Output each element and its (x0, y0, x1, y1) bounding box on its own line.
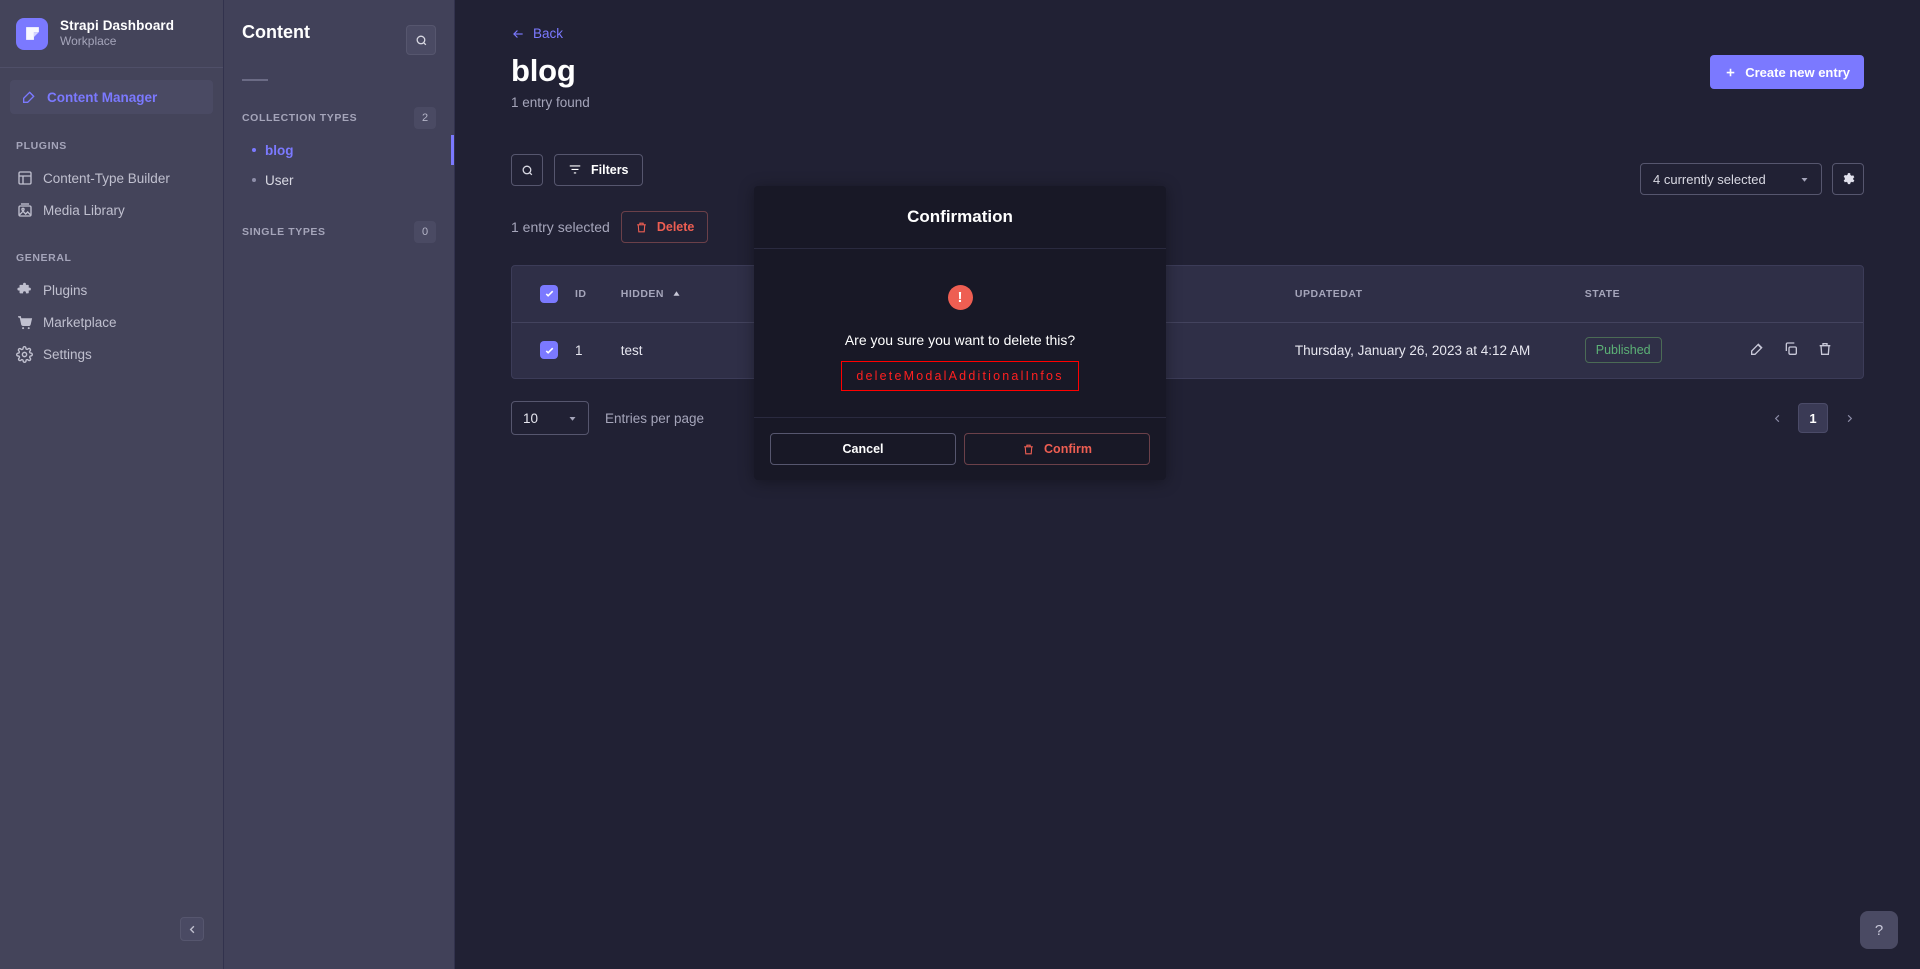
confirmation-modal: Confirmation ! Are you sure you want to … (754, 186, 1166, 480)
modal-question: Are you sure you want to delete this? (844, 332, 1076, 348)
trash-icon (1022, 443, 1035, 456)
modal-body: ! Are you sure you want to delete this? … (754, 249, 1166, 417)
modal-header: Confirmation (754, 186, 1166, 249)
app-root: Strapi Dashboard Workplace Content Manag… (0, 0, 1920, 969)
modal-confirm-button[interactable]: Confirm (964, 433, 1150, 465)
modal-cancel-button[interactable]: Cancel (770, 433, 956, 465)
modal-overlay: Confirmation ! Are you sure you want to … (0, 0, 1920, 969)
modal-title: Confirmation (907, 207, 1013, 226)
modal-additional-infos: deleteModalAdditionalInfos (841, 361, 1079, 391)
modal-confirm-label: Confirm (1044, 442, 1092, 456)
exclamation-icon: ! (947, 285, 973, 310)
modal-footer: Cancel Confirm (754, 417, 1166, 480)
